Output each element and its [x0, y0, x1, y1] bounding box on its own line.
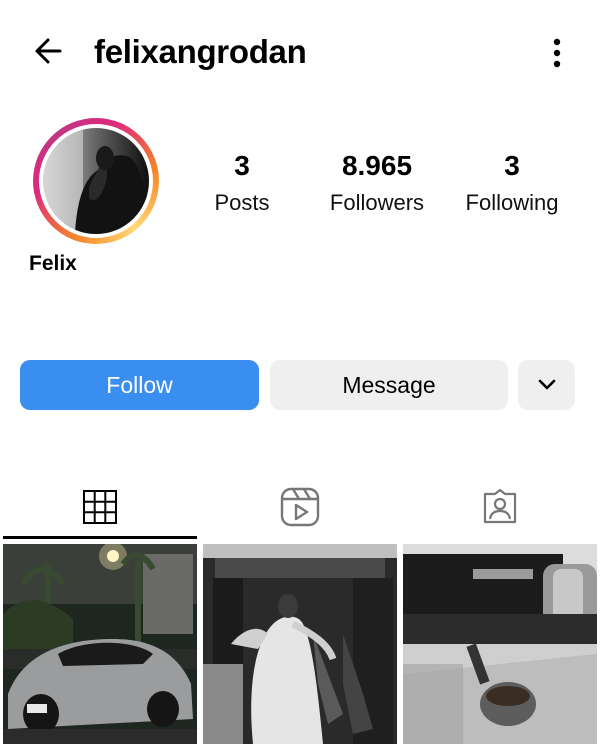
posts-count: 3 [234, 150, 250, 181]
tab-reels[interactable] [200, 478, 400, 536]
tab-tagged[interactable] [400, 478, 600, 536]
follow-button[interactable]: Follow [20, 360, 259, 410]
grid-post-1[interactable] [3, 544, 197, 744]
profile-username: felixangrodan [94, 33, 307, 70]
active-tab-indicator [3, 536, 197, 539]
suggested-accounts-button[interactable] [518, 360, 575, 410]
following-stat[interactable]: 3 Following [456, 150, 568, 218]
posts-stat[interactable]: 3 Posts [197, 150, 287, 218]
more-options-icon[interactable] [540, 36, 574, 70]
chevron-down-icon [538, 379, 555, 390]
grid-icon [83, 490, 117, 524]
followers-count: 8.965 [341, 150, 413, 181]
following-label: Following [465, 190, 559, 215]
back-arrow-icon[interactable] [32, 34, 66, 68]
display-name: Felix [29, 252, 77, 275]
tagged-icon [483, 488, 517, 524]
reels-icon [280, 487, 320, 527]
grid-post-3[interactable] [403, 544, 597, 744]
posts-label: Posts [214, 190, 270, 215]
followers-stat[interactable]: 8.965 Followers [320, 150, 434, 218]
tab-posts-grid[interactable] [0, 478, 200, 536]
following-count: 3 [504, 150, 520, 181]
message-button[interactable]: Message [270, 360, 508, 410]
followers-label: Followers [329, 190, 425, 215]
grid-post-2[interactable] [203, 544, 397, 744]
avatar[interactable] [43, 128, 149, 234]
